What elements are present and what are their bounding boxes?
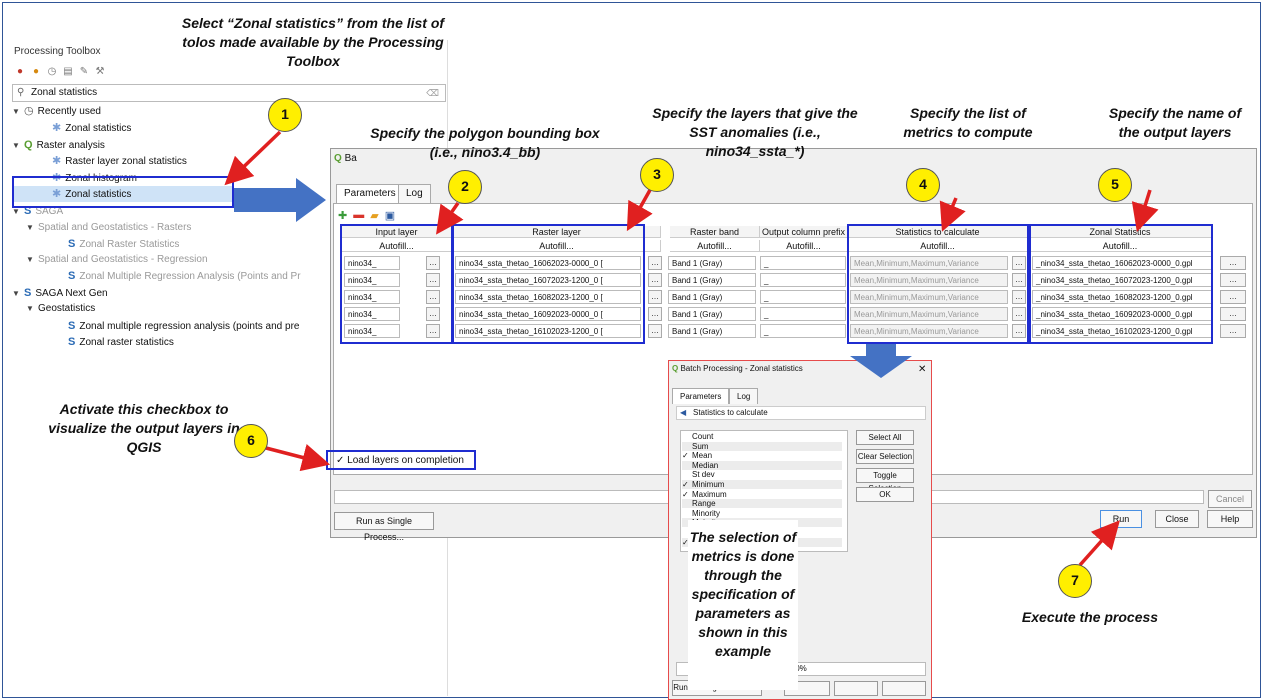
arrow-3	[626, 189, 653, 232]
blue-arrow-down	[850, 344, 912, 378]
badge-5: 5	[1098, 168, 1132, 202]
callout-6: Activate this checkbox to visualize the …	[48, 401, 240, 455]
arrow-4	[939, 197, 966, 232]
arrow-6	[265, 444, 331, 472]
callout-4: Specify the list of metrics to compute	[903, 105, 1033, 140]
arrow-5	[1131, 189, 1159, 233]
callout-8: The selection of metrics is done through…	[689, 529, 797, 659]
arrow-7	[1078, 520, 1120, 567]
badge-4: 4	[906, 168, 940, 202]
callout-2: Specify the polygon bounding box (i.e., …	[370, 125, 600, 160]
callout-1: Select “Zonal statistics” from the list …	[181, 15, 445, 69]
badge-6: 6	[234, 424, 268, 458]
badge-3: 3	[640, 158, 674, 192]
callout-5: Specify the name of the output layers	[1108, 105, 1242, 140]
badge-2: 2	[448, 170, 482, 204]
badge-1: 1	[268, 98, 302, 132]
badge-7: 7	[1058, 564, 1092, 598]
callout-3: Specify the layers that give the SST ano…	[652, 105, 858, 159]
arrow-1	[224, 130, 282, 186]
callout-7: Execute the process	[1021, 609, 1159, 625]
arrow-2	[436, 202, 464, 235]
blue-arrow-right	[234, 178, 326, 222]
